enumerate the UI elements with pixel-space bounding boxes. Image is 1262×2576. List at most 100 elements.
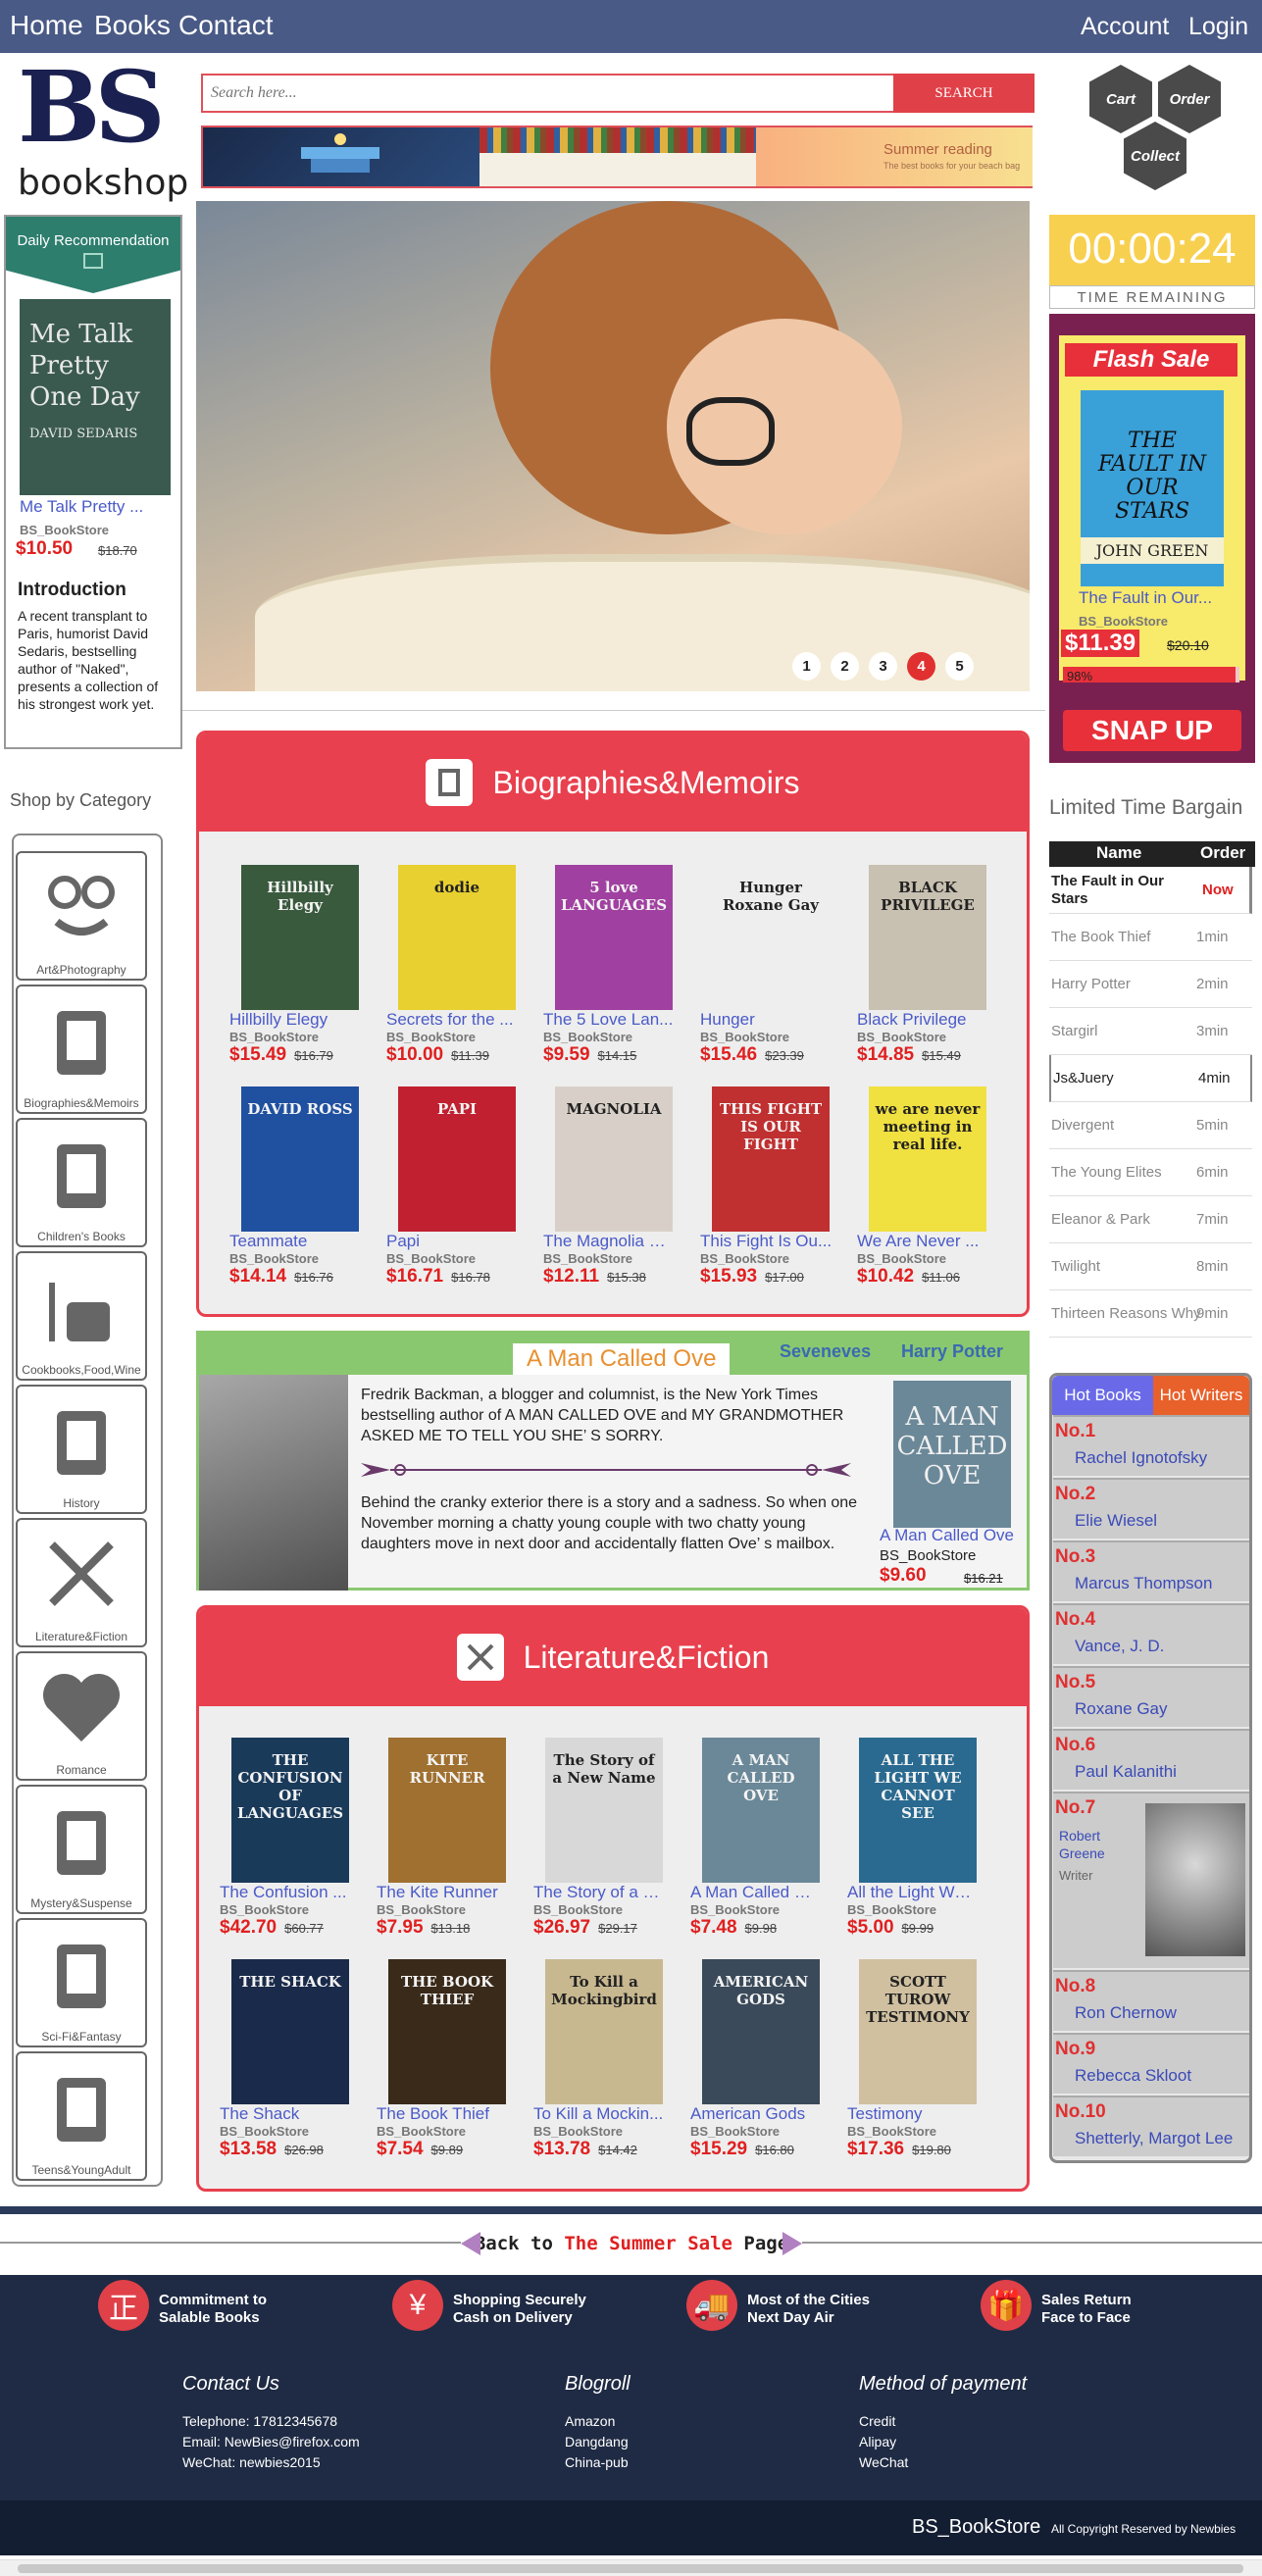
hot-writer-row[interactable]: No.2 Elie Wiesel bbox=[1053, 1478, 1249, 1539]
book-cover[interactable]: we are never meeting in real life. bbox=[869, 1086, 986, 1232]
category-children-s-books[interactable]: Children's Books bbox=[16, 1118, 147, 1247]
hot-writer-name[interactable]: Shetterly, Margot Lee bbox=[1075, 2129, 1233, 2148]
hot-writer-row[interactable]: No.9 Rebecca Skloot bbox=[1053, 2033, 1249, 2094]
flash-book-cover[interactable]: THE FAULT IN OUR STARS JOHN GREEN bbox=[1081, 390, 1224, 586]
book-title[interactable]: Papi bbox=[386, 1232, 519, 1251]
book-title[interactable]: Teammate bbox=[229, 1232, 362, 1251]
hot-writer-name[interactable]: Rachel Ignotofsky bbox=[1075, 1448, 1207, 1468]
book-card[interactable]: THE BOOK THIEF The Book Thief BS_BookStore… bbox=[377, 1959, 506, 2160]
book-title[interactable]: All the Light We ... bbox=[847, 1883, 980, 1902]
bargain-row[interactable]: Stargirl 3min bbox=[1049, 1008, 1252, 1055]
nav-login[interactable]: Login bbox=[1188, 13, 1248, 41]
bargain-row[interactable]: The Book Thief 1min bbox=[1049, 914, 1252, 961]
bargain-row[interactable]: The Young Elites 6min bbox=[1049, 1149, 1252, 1196]
book-cover[interactable]: A MAN CALLED OVE bbox=[702, 1738, 820, 1883]
category-romance[interactable]: Romance bbox=[16, 1651, 147, 1781]
hot-writer-name[interactable]: Vance, J. D. bbox=[1075, 1637, 1164, 1656]
hot-writer-name[interactable]: Robert Greene bbox=[1059, 1827, 1118, 1862]
carousel-dot-5[interactable]: 5 bbox=[945, 652, 974, 681]
book-cover[interactable]: AMERICAN GODS bbox=[702, 1959, 820, 2104]
bargain-row[interactable]: Divergent 5min bbox=[1049, 1102, 1252, 1149]
nav-home[interactable]: Home bbox=[10, 10, 83, 41]
book-cover[interactable]: To Kill a Mockingbird bbox=[545, 1959, 663, 2104]
book-title[interactable]: The Story of a N... bbox=[533, 1883, 666, 1902]
book-title[interactable]: This Fight Is Ou... bbox=[700, 1232, 833, 1251]
hot-writer-row[interactable]: No.7 Robert Greene Writer bbox=[1053, 1792, 1249, 1968]
hot-writer-name[interactable]: Rebecca Skloot bbox=[1075, 2066, 1191, 2086]
hot-writer-row[interactable]: No.5 Roxane Gay bbox=[1053, 1666, 1249, 1727]
spotlight-book-title[interactable]: A Man Called Ove bbox=[880, 1526, 1014, 1545]
book-card[interactable]: Hillbilly Elegy Hillbilly Elegy BS_BookSto… bbox=[229, 865, 359, 1066]
book-title[interactable]: Hunger bbox=[700, 1010, 833, 1030]
hot-writer-row[interactable]: No.3 Marcus Thompson bbox=[1053, 1541, 1249, 1601]
book-title[interactable]: A Man Called Ove bbox=[690, 1883, 823, 1902]
book-cover[interactable]: ALL THE LIGHT WE CANNOT SEE bbox=[859, 1738, 977, 1883]
blogroll-amazon[interactable]: Amazon bbox=[565, 2411, 631, 2432]
book-card[interactable]: The Story of a New Name The Story of a N.… bbox=[533, 1738, 666, 1939]
book-cover[interactable]: THE SHACK bbox=[231, 1959, 349, 2104]
book-title[interactable]: Black Privilege bbox=[857, 1010, 989, 1030]
hot-writer-row[interactable]: No.4 Vance, J. D. bbox=[1053, 1603, 1249, 1664]
nav-contact[interactable]: Contact bbox=[178, 10, 274, 41]
brand-logo[interactable]: BS bookshop bbox=[14, 53, 188, 204]
back-to-sale-link[interactable]: Back to The Summer Sale Page bbox=[461, 2230, 802, 2257]
hot-writer-row[interactable]: No.1 Rachel Ignotofsky bbox=[1053, 1415, 1249, 1476]
book-cover[interactable]: dodie bbox=[398, 865, 516, 1010]
book-card[interactable]: A MAN CALLED OVE A Man Called Ove BS_BookS… bbox=[690, 1738, 823, 1939]
book-card[interactable]: dodie Secrets for the ... BS_BookStore $10.… bbox=[386, 865, 516, 1066]
book-card[interactable]: KITE RUNNER The Kite Runner BS_BookStore $7… bbox=[377, 1738, 506, 1939]
book-card[interactable]: DAVID ROSS Teammate BS_BookStore $14.14 $16.… bbox=[229, 1086, 359, 1288]
book-title[interactable]: Hillbilly Elegy bbox=[229, 1010, 362, 1030]
daily-book-title[interactable]: Me Talk Pretty ... bbox=[20, 497, 143, 517]
book-cover[interactable]: THIS FIGHT IS OUR FIGHT bbox=[712, 1086, 830, 1232]
cart-button[interactable]: Cart bbox=[1089, 65, 1152, 133]
book-card[interactable]: THE SHACK The Shack BS_BookStore $13.58 $26.… bbox=[220, 1959, 349, 2160]
book-card[interactable]: THE CONFUSION OF LANGUAGES The Confusion … bbox=[220, 1738, 349, 1939]
tab-hot-writers[interactable]: Hot Writers bbox=[1153, 1376, 1249, 1415]
book-title[interactable]: The Shack bbox=[220, 2104, 352, 2124]
category-teens-youngadult[interactable]: Teens&YoungAdult bbox=[16, 2051, 147, 2181]
bargain-row[interactable]: Eleanor & Park 7min bbox=[1049, 1196, 1252, 1243]
book-cover[interactable]: THE CONFUSION OF LANGUAGES bbox=[231, 1738, 349, 1883]
book-title[interactable]: To Kill a Mockin... bbox=[533, 2104, 666, 2124]
carousel-dot-2[interactable]: 2 bbox=[831, 652, 859, 681]
carousel-dot-3[interactable]: 3 bbox=[869, 652, 897, 681]
book-title[interactable]: The Kite Runner bbox=[377, 1883, 509, 1902]
carousel-dot-4[interactable]: 4 bbox=[907, 652, 935, 681]
bargain-row[interactable]: Harry Potter 2min bbox=[1049, 961, 1252, 1008]
category-literature-fiction[interactable]: Literature&Fiction bbox=[16, 1518, 147, 1647]
book-cover[interactable]: The Story of a New Name bbox=[545, 1738, 663, 1883]
book-card[interactable]: ALL THE LIGHT WE CANNOT SEE All the Light… bbox=[847, 1738, 980, 1939]
book-card[interactable]: Hunger Roxane Gay Hunger BS_BookStore $15.4… bbox=[700, 865, 830, 1066]
footer-email[interactable]: Email: NewBies@firefox.com bbox=[182, 2432, 360, 2452]
hero-carousel[interactable]: 1 2 3 4 5 bbox=[196, 201, 1030, 691]
book-cover[interactable]: THE BOOK THIEF bbox=[388, 1959, 506, 2104]
hot-writer-row[interactable]: No.6 Paul Kalanithi bbox=[1053, 1729, 1249, 1790]
book-title[interactable]: We Are Never ... bbox=[857, 1232, 989, 1251]
hot-writer-name[interactable]: Elie Wiesel bbox=[1075, 1511, 1157, 1531]
hot-writer-row[interactable]: No.8 Ron Chernow bbox=[1053, 1970, 1249, 2031]
carousel-dot-1[interactable]: 1 bbox=[792, 652, 821, 681]
book-cover[interactable]: Hunger Roxane Gay bbox=[712, 865, 830, 1010]
blogroll-china-pub[interactable]: China-pub bbox=[565, 2452, 631, 2473]
flash-book-title[interactable]: The Fault in Our... bbox=[1079, 588, 1212, 608]
tab-a-man-called-ove[interactable]: A Man Called Ove bbox=[513, 1343, 731, 1375]
book-title[interactable]: The Book Thief bbox=[377, 2104, 509, 2124]
tab-hot-books[interactable]: Hot Books bbox=[1052, 1376, 1153, 1415]
search-button[interactable]: SEARCH bbox=[893, 74, 1035, 113]
bargain-row[interactable]: The Fault in Our Stars Now bbox=[1049, 867, 1252, 914]
book-card[interactable]: we are never meeting in real life. We Are… bbox=[857, 1086, 986, 1288]
book-cover[interactable]: KITE RUNNER bbox=[388, 1738, 506, 1883]
category-mystery-suspense[interactable]: Mystery&Suspense bbox=[16, 1785, 147, 1914]
category-art-photography[interactable]: Art&Photography bbox=[16, 851, 147, 981]
banner-1[interactable] bbox=[203, 127, 480, 186]
blogroll-dangdang[interactable]: Dangdang bbox=[565, 2432, 631, 2452]
book-title[interactable]: American Gods bbox=[690, 2104, 823, 2124]
tab-harry-potter[interactable]: Harry Potter bbox=[901, 1341, 1003, 1362]
book-card[interactable]: BLACK PRIVILEGE Black Privilege BS_BookSto… bbox=[857, 865, 986, 1066]
book-card[interactable]: SCOTT TUROW TESTIMONY Testimony BS_BookSto… bbox=[847, 1959, 977, 2160]
snap-up-button[interactable]: SNAP UP bbox=[1063, 710, 1241, 751]
hot-writer-row[interactable]: No.10 Shetterly, Margot Lee bbox=[1053, 2096, 1249, 2156]
book-card[interactable]: AMERICAN GODS American Gods BS_BookStore $1… bbox=[690, 1959, 820, 2160]
book-card[interactable]: PAPI Papi BS_BookStore $16.71 $16.78 bbox=[386, 1086, 516, 1288]
